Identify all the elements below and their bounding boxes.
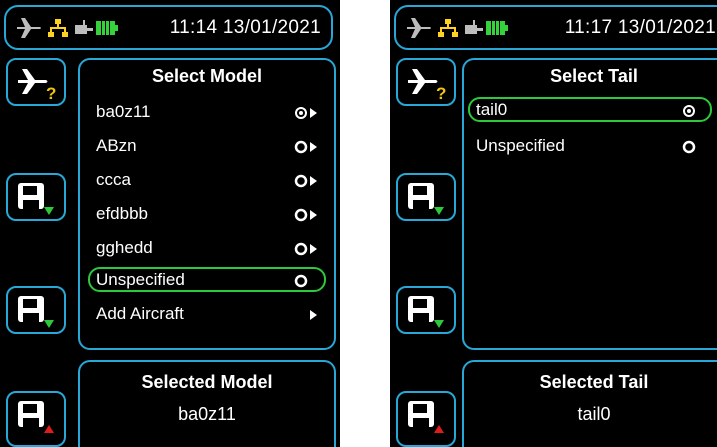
list-item[interactable]: Add Aircraft bbox=[88, 301, 326, 326]
status-bar: 11:14 13/01/2021 bbox=[4, 5, 333, 50]
save-down-button[interactable] bbox=[6, 173, 66, 221]
list-item[interactable]: ccca bbox=[88, 167, 326, 192]
selected-tail-panel: Selected Tail tail0 bbox=[462, 360, 717, 447]
cable-icon bbox=[75, 20, 93, 41]
status-bar: 11:17 13/01/2021 bbox=[394, 5, 717, 50]
svg-text:?: ? bbox=[436, 84, 446, 102]
save-up-button[interactable] bbox=[396, 391, 456, 447]
battery-icon bbox=[96, 20, 118, 41]
select-model-panel: Select Model ba0z11 ABzn ccca efdbbb ggh… bbox=[78, 58, 336, 350]
airplane-icon bbox=[16, 16, 42, 45]
radio-empty-arrow-icon bbox=[294, 241, 320, 261]
panel-title: Select Tail bbox=[550, 66, 638, 86]
clock-text: 11:14 13/01/2021 bbox=[169, 17, 321, 38]
panel-title: Selected Model bbox=[141, 372, 273, 392]
left-screen: 11:14 13/01/2021 ? Select Model ba0z11 A… bbox=[0, 0, 340, 447]
radio-empty-icon bbox=[294, 273, 308, 293]
list-item-selected[interactable]: Unspecified bbox=[88, 267, 326, 292]
list-item-selected[interactable]: tail0 bbox=[468, 97, 712, 122]
save-up-button[interactable] bbox=[6, 391, 66, 447]
item-label: Unspecified bbox=[476, 136, 565, 155]
aircraft-select-button[interactable]: ? bbox=[6, 58, 66, 106]
clock-text: 11:17 13/01/2021 bbox=[564, 17, 716, 38]
item-label: Add Aircraft bbox=[96, 304, 184, 323]
radio-empty-arrow-icon bbox=[294, 139, 320, 159]
battery-icon bbox=[486, 20, 508, 41]
save-down-button-2[interactable] bbox=[396, 286, 456, 334]
selected-value: ba0z11 bbox=[178, 404, 236, 424]
selected-value: tail0 bbox=[577, 404, 611, 424]
item-label: ccca bbox=[96, 170, 131, 189]
radio-selected-arrow-icon bbox=[294, 105, 320, 125]
panel-title: Selected Tail bbox=[539, 372, 649, 392]
list-item[interactable]: ABzn bbox=[88, 133, 326, 158]
save-down-button-2[interactable] bbox=[6, 286, 66, 334]
list-item[interactable]: Unspecified bbox=[468, 133, 712, 158]
item-label: tail0 bbox=[476, 100, 508, 119]
list-item[interactable]: ba0z11 bbox=[88, 99, 326, 124]
item-label: ABzn bbox=[96, 136, 137, 155]
network-icon bbox=[48, 18, 68, 43]
airplane-icon bbox=[406, 16, 432, 45]
item-label: gghedd bbox=[96, 238, 153, 257]
aircraft-select-button[interactable]: ? bbox=[396, 58, 456, 106]
selected-model-panel: Selected Model ba0z11 bbox=[78, 360, 336, 447]
radio-empty-icon bbox=[682, 139, 696, 159]
item-label: efdbbb bbox=[96, 204, 148, 223]
right-screen: 11:17 13/01/2021 ? Select Tail tail0 Uns… bbox=[390, 0, 717, 447]
save-down-button[interactable] bbox=[396, 173, 456, 221]
item-label: Unspecified bbox=[96, 270, 185, 289]
network-icon bbox=[438, 18, 458, 43]
item-label: ba0z11 bbox=[96, 102, 151, 121]
radio-selected-icon bbox=[682, 103, 696, 123]
cable-icon bbox=[465, 20, 483, 41]
radio-empty-arrow-icon bbox=[294, 207, 320, 227]
select-tail-panel: Select Tail tail0 Unspecified bbox=[462, 58, 717, 350]
submenu-arrow-icon bbox=[294, 307, 320, 327]
list-item[interactable]: efdbbb bbox=[88, 201, 326, 226]
radio-empty-arrow-icon bbox=[294, 173, 320, 193]
list-item[interactable]: gghedd bbox=[88, 235, 326, 260]
panel-title: Select Model bbox=[151, 66, 263, 86]
svg-text:?: ? bbox=[46, 84, 56, 102]
